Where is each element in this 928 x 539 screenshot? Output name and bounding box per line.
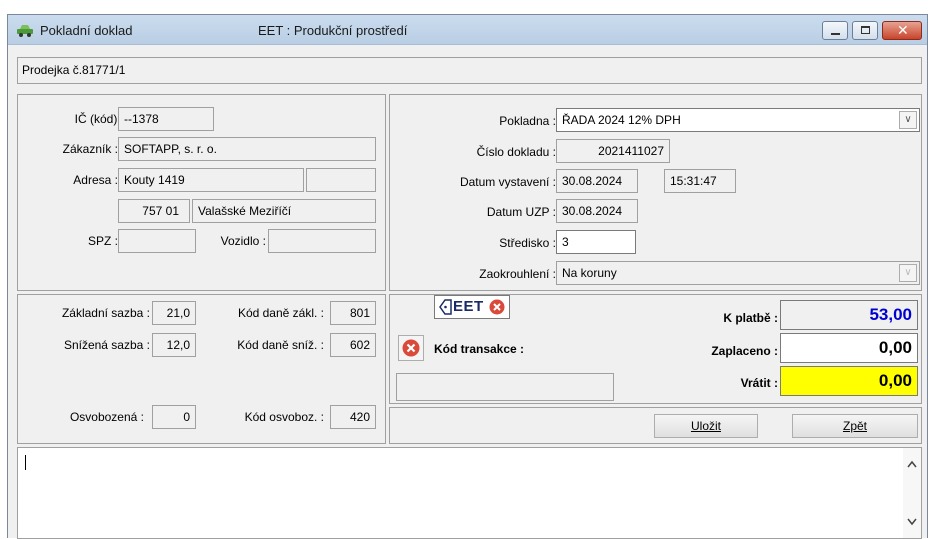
- document-info-panel: Pokladna : ŘADA 2024 12% DPH ∨ Číslo dok…: [389, 94, 922, 291]
- reduced-code-field[interactable]: 602: [330, 333, 376, 357]
- spz-label: SPZ :: [87, 234, 118, 248]
- reduced-rate-label: Snížená sazba :: [63, 338, 150, 352]
- chevron-down-icon[interactable]: ∨: [899, 111, 917, 129]
- note-scrollbar[interactable]: [903, 448, 921, 538]
- zip-field[interactable]: 757 01: [118, 199, 190, 223]
- center-field[interactable]: 3: [556, 230, 636, 254]
- duzp-label: Datum UZP :: [486, 205, 556, 219]
- register-label: Pokladna :: [499, 114, 556, 128]
- return-field: 0,00: [780, 366, 918, 396]
- rounding-value: Na koruny: [562, 266, 617, 280]
- to-pay-label: K platbě :: [723, 311, 778, 325]
- eet-badge: EET: [434, 295, 510, 319]
- transaction-error-button[interactable]: [398, 335, 424, 361]
- back-button[interactable]: Zpět: [792, 414, 918, 438]
- return-label: Vrátit :: [740, 376, 778, 390]
- issue-time-field[interactable]: 15:31:47: [664, 169, 736, 193]
- doc-number-field[interactable]: 2021411027: [556, 139, 670, 163]
- register-value: ŘADA 2024 12% DPH: [562, 113, 681, 127]
- rounding-select[interactable]: Na koruny ∨: [556, 261, 920, 285]
- base-code-label: Kód daně zákl. :: [237, 306, 324, 320]
- close-button[interactable]: ✕: [882, 21, 922, 40]
- environment-label: EET : Produkční prostředí: [258, 23, 408, 38]
- street2-field[interactable]: [306, 168, 376, 192]
- vehicle-label: Vozidlo :: [220, 234, 266, 248]
- eet-error-icon: [489, 299, 505, 315]
- vehicle-field[interactable]: [268, 229, 376, 253]
- chevron-down-icon[interactable]: ∨: [899, 264, 917, 282]
- chevron-up-icon[interactable]: [907, 460, 917, 468]
- ic-label: IČ (kód) :: [74, 112, 124, 126]
- address-label: Adresa :: [73, 173, 118, 187]
- street-field[interactable]: Kouty 1419: [118, 168, 304, 192]
- city-field[interactable]: Valašské Meziříčí: [192, 199, 376, 223]
- paid-field[interactable]: 0,00: [780, 333, 918, 363]
- to-pay-field: 53,00: [780, 300, 918, 330]
- minimize-button[interactable]: [822, 21, 848, 40]
- exempt-code-field[interactable]: 420: [330, 405, 376, 429]
- pokladni-doklad-window: Pokladní doklad EET : Produkční prostřed…: [7, 14, 928, 539]
- maximize-button[interactable]: [852, 21, 878, 40]
- error-icon: [402, 339, 420, 357]
- reduced-rate-field[interactable]: 12,0: [152, 333, 196, 357]
- base-rate-field[interactable]: 21,0: [152, 301, 196, 325]
- save-button-label: Uložit: [690, 419, 721, 433]
- payment-panel: EET Kód transakce : K platbě : 53,00 Zap…: [389, 294, 922, 404]
- vat-panel: Základní sazba : 21,0 Kód daně zákl. : 8…: [17, 294, 386, 444]
- issue-date-field[interactable]: 30.08.2024: [556, 169, 638, 193]
- car-icon: [17, 25, 33, 37]
- customer-label: Zákazník :: [62, 142, 118, 156]
- save-button[interactable]: Uložit: [654, 414, 758, 438]
- document-header: Prodejka č.81771/1: [17, 57, 922, 84]
- document-title: Prodejka č.81771/1: [22, 63, 126, 77]
- exempt-label: Osvobozená :: [69, 410, 144, 424]
- tag-icon: [439, 299, 452, 315]
- transaction-label: Kód transakce :: [434, 342, 525, 356]
- reduced-code-label: Kód daně sníž. :: [237, 338, 324, 352]
- center-label: Středisko :: [499, 236, 556, 250]
- customer-field[interactable]: SOFTAPP, s. r. o.: [118, 137, 376, 161]
- window-title: Pokladní doklad: [40, 23, 133, 38]
- issue-date-label: Datum vystavení :: [459, 175, 556, 189]
- base-code-field[interactable]: 801: [330, 301, 376, 325]
- chevron-down-icon[interactable]: [907, 518, 917, 526]
- rounding-label: Zaokrouhlení :: [479, 267, 556, 281]
- exempt-field[interactable]: 0: [152, 405, 196, 429]
- text-cursor: [25, 455, 26, 470]
- eet-badge-text: EET: [453, 298, 484, 315]
- note-textarea[interactable]: [17, 447, 922, 539]
- base-rate-label: Základní sazba :: [61, 306, 150, 320]
- transaction-field[interactable]: [396, 373, 614, 401]
- actions-panel: Uložit Zpět: [389, 407, 922, 444]
- customer-panel: IČ (kód) : --1378 Zákazník : SOFTAPP, s.…: [17, 94, 386, 291]
- spz-field[interactable]: [118, 229, 196, 253]
- back-button-label: Zpět: [842, 419, 867, 433]
- ic-field[interactable]: --1378: [118, 107, 214, 131]
- doc-number-label: Číslo dokladu :: [476, 145, 556, 159]
- paid-label: Zaplaceno :: [711, 344, 778, 358]
- exempt-code-label: Kód osvoboz. :: [244, 410, 324, 424]
- register-select[interactable]: ŘADA 2024 12% DPH ∨: [556, 108, 920, 132]
- title-bar: Pokladní doklad EET : Produkční prostřed…: [8, 15, 927, 45]
- maximize-icon: [861, 26, 870, 34]
- close-icon: ✕: [897, 22, 909, 38]
- minimize-icon: [831, 33, 840, 35]
- duzp-field[interactable]: 30.08.2024: [556, 199, 638, 223]
